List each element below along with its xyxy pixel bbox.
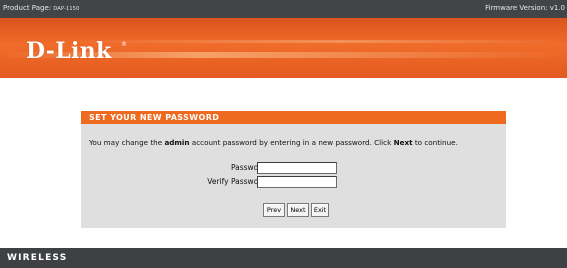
password-row: Password — [191, 162, 266, 174]
firmware-version: Firmware Version: v1.0 — [485, 4, 565, 12]
verify-password-field[interactable] — [257, 176, 337, 188]
brand-banner: D-Link ® — [0, 18, 567, 78]
registered-mark: ® — [121, 41, 127, 48]
desc-part: You may change the — [89, 138, 165, 147]
verify-password-row: Verify Password — [191, 176, 266, 188]
dlink-logo: D-Link — [26, 38, 112, 64]
footer-bar: WIRELESS — [0, 248, 567, 268]
model-name: DAP-1150 — [53, 6, 80, 12]
wireless-label: WIRELESS — [7, 253, 68, 263]
instruction-text: You may change the admin account passwor… — [89, 138, 458, 147]
product-page-text: Product Page: — [3, 4, 52, 12]
prev-button[interactable]: Prev — [263, 203, 285, 217]
password-field[interactable] — [257, 162, 337, 174]
panel-title: SET YOUR NEW PASSWORD — [89, 113, 220, 122]
product-page-label: Product Page: DAP-1150 — [3, 4, 80, 12]
desc-bold-next: Next — [393, 138, 413, 147]
panel-header: SET YOUR NEW PASSWORD — [81, 111, 506, 124]
password-wizard-panel: SET YOUR NEW PASSWORD You may change the… — [81, 111, 506, 228]
top-info-bar: Product Page: DAP-1150 Firmware Version:… — [0, 0, 567, 18]
desc-part: to continue. — [412, 138, 458, 147]
exit-button[interactable]: Exit — [311, 203, 329, 217]
desc-part: account password by entering in a new pa… — [189, 138, 394, 147]
next-button[interactable]: Next — [287, 203, 309, 217]
desc-bold-admin: admin — [164, 138, 190, 147]
